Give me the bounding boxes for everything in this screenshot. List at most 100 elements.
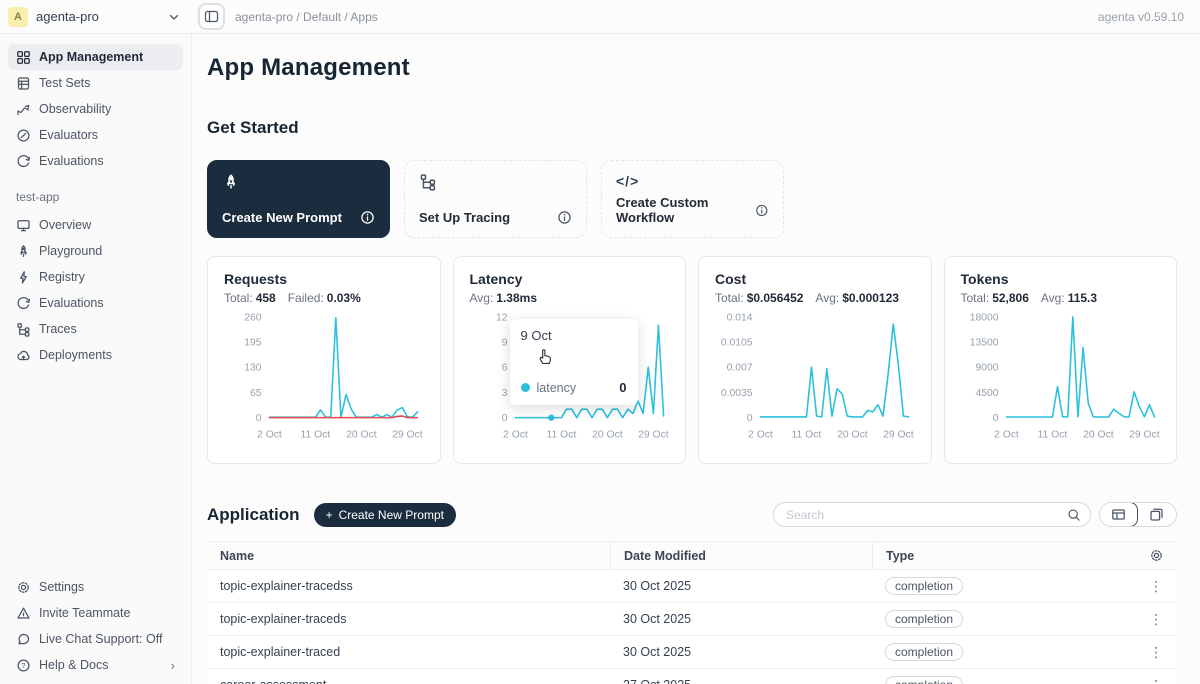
create-custom-workflow-card[interactable]: </> Create Custom Workflow	[601, 160, 784, 238]
svg-text:11 Oct: 11 Oct	[546, 429, 576, 440]
chart-tooltip: 9 Oct latency 0	[510, 319, 638, 405]
table-row[interactable]: topic-explainer-tracedss 30 Oct 2025 com…	[207, 570, 1177, 603]
table-row[interactable]: topic-explainer-traced 30 Oct 2025 compl…	[207, 636, 1177, 669]
tooltip-series: latency	[537, 381, 613, 395]
svg-text:0: 0	[747, 413, 753, 424]
tokens-chart[interactable]: 18000135009000450002 Oct11 Oct20 Oct29 O…	[961, 307, 1161, 445]
sidebar-item-test-sets[interactable]: Test Sets	[8, 70, 183, 96]
row-menu-icon[interactable]: ⋮	[1149, 578, 1163, 595]
create-new-prompt-card[interactable]: Create New Prompt	[207, 160, 390, 238]
cost-chart[interactable]: 0.0140.01050.0070.003502 Oct11 Oct20 Oct…	[715, 307, 915, 445]
workspace-selector[interactable]: A agenta-pro	[0, 7, 192, 27]
chart-stat: Avg:$0.000123	[815, 291, 899, 305]
sidebar-item-label: App Management	[39, 50, 143, 64]
table-view-button[interactable]	[1099, 502, 1138, 527]
breadcrumb[interactable]: agenta-pro / Default / Apps	[235, 10, 378, 24]
table-row[interactable]: topic-explainer-traceds 30 Oct 2025 comp…	[207, 603, 1177, 636]
invite-icon	[16, 606, 31, 621]
chart-title: Cost	[715, 271, 915, 287]
svg-text:13500: 13500	[969, 338, 998, 349]
sidebar-item-label: Evaluations	[39, 154, 104, 168]
sidebar-item-overview[interactable]: Overview	[8, 212, 183, 238]
sidebar-item-settings[interactable]: Settings	[8, 574, 183, 600]
cursor-hand-icon	[536, 347, 555, 366]
svg-text:260: 260	[244, 312, 262, 323]
chart-stat: Total:52,806	[961, 291, 1029, 305]
chart-stat: Total:$0.056452	[715, 291, 803, 305]
column-header-type[interactable]: Type	[872, 542, 1135, 569]
svg-text:12: 12	[495, 312, 507, 323]
sidebar-item-invite-teammate[interactable]: Invite Teammate	[8, 600, 183, 626]
monitor-icon	[16, 218, 31, 233]
app-name: career-assessment	[207, 678, 610, 684]
info-icon[interactable]	[360, 210, 375, 225]
trace-tree-icon	[16, 322, 31, 337]
app-date: 30 Oct 2025	[610, 579, 872, 593]
card-view-button[interactable]	[1137, 503, 1176, 526]
refresh-circle-icon	[16, 154, 31, 169]
sidebar-item-label: Live Chat Support: Off	[39, 632, 162, 646]
sidebar-item-registry[interactable]: Registry	[8, 264, 183, 290]
metrics-charts-row: Requests Total:458 Failed:0.03% 26019513…	[207, 256, 1177, 464]
info-icon[interactable]	[755, 203, 769, 218]
row-menu-icon[interactable]: ⋮	[1149, 644, 1163, 661]
refresh-circle-icon	[16, 296, 31, 311]
column-header-date[interactable]: Date Modified	[610, 542, 872, 569]
top-bar: A agenta-pro agenta-pro / Default / Apps…	[0, 0, 1200, 34]
row-menu-icon[interactable]: ⋮	[1149, 611, 1163, 628]
info-icon[interactable]	[557, 210, 572, 225]
svg-text:65: 65	[250, 388, 262, 399]
requests-chart[interactable]: 2601951306502 Oct11 Oct20 Oct29 Oct	[224, 307, 424, 445]
grid-icon	[16, 50, 31, 65]
sidebar-item-playground[interactable]: Playground	[8, 238, 183, 264]
trace-tree-icon	[419, 173, 437, 191]
sidebar-item-evaluations-app[interactable]: Evaluations	[8, 290, 183, 316]
chart-stat: Avg:115.3	[1041, 291, 1097, 305]
svg-text:0: 0	[992, 413, 998, 424]
svg-text:20 Oct: 20 Oct	[837, 429, 868, 440]
search-input[interactable]	[786, 508, 1067, 522]
svg-text:4500: 4500	[975, 388, 998, 399]
code-icon: </>	[616, 173, 769, 189]
sidebar-item-evaluations[interactable]: Evaluations	[8, 148, 183, 174]
chevron-down-icon	[168, 11, 180, 23]
svg-text:11 Oct: 11 Oct	[792, 429, 822, 440]
chart-stat: Total:458	[224, 291, 276, 305]
sidebar-item-label: Evaluators	[39, 128, 98, 142]
row-menu-icon[interactable]: ⋮	[1149, 677, 1163, 684]
set-up-tracing-card[interactable]: Set Up Tracing	[404, 160, 587, 238]
app-date: 30 Oct 2025	[610, 612, 872, 626]
chart-stat: Avg:1.38ms	[470, 291, 538, 305]
search-box[interactable]	[773, 502, 1091, 527]
sidebar-item-evaluators[interactable]: Evaluators	[8, 122, 183, 148]
create-new-prompt-button[interactable]: + Create New Prompt	[314, 503, 456, 527]
svg-text:29 Oct: 29 Oct	[638, 429, 669, 440]
sidebar-toggle-button[interactable]	[198, 3, 225, 30]
svg-text:9000: 9000	[975, 363, 998, 374]
type-badge: completion	[885, 610, 963, 628]
sidebar-item-traces[interactable]: Traces	[8, 316, 183, 342]
view-toggle	[1099, 502, 1177, 527]
svg-text:130: 130	[244, 363, 262, 374]
gear-icon[interactable]	[1149, 548, 1164, 563]
workspace-name: agenta-pro	[36, 9, 160, 24]
sidebar-item-label: Invite Teammate	[39, 606, 130, 620]
sidebar-item-label: Deployments	[39, 348, 112, 362]
card-label: Set Up Tracing	[419, 210, 510, 225]
sidebar-item-app-management[interactable]: App Management	[8, 44, 183, 70]
sidebar-item-help-docs[interactable]: ? Help & Docs ›	[8, 652, 183, 678]
sidebar-item-observability[interactable]: Observability	[8, 96, 183, 122]
svg-text:9: 9	[501, 338, 507, 349]
svg-text:195: 195	[244, 338, 262, 349]
table-view-icon	[1111, 507, 1126, 522]
sidebar-item-deployments[interactable]: Deployments	[8, 342, 183, 368]
table-row[interactable]: career-assessment 27 Oct 2025 completion…	[207, 669, 1177, 684]
search-icon[interactable]	[1067, 508, 1081, 522]
svg-text:29 Oct: 29 Oct	[1129, 429, 1160, 440]
legend-dot	[521, 383, 530, 392]
latency-chart-card: Latency Avg:1.38ms 1296302 Oct11 Oct20 O…	[453, 256, 687, 464]
sidebar-item-live-chat[interactable]: Live Chat Support: Off	[8, 626, 183, 652]
svg-text:6: 6	[501, 363, 507, 374]
cloud-icon	[16, 348, 31, 363]
column-header-name[interactable]: Name	[207, 549, 610, 563]
